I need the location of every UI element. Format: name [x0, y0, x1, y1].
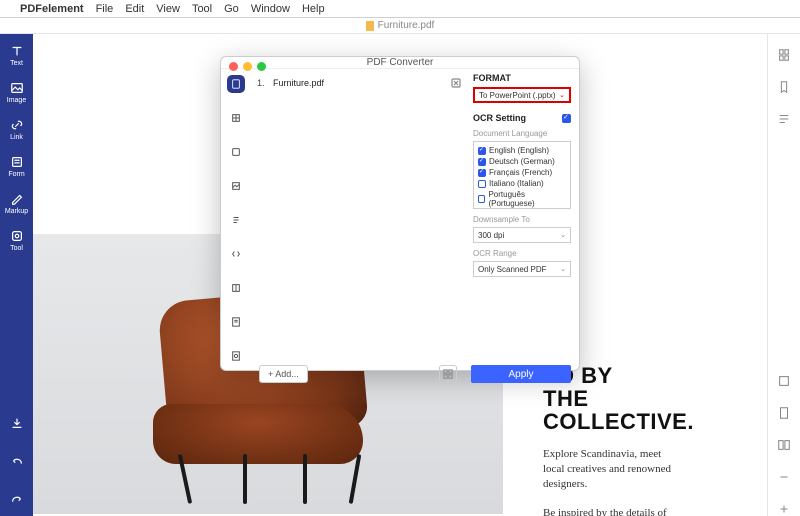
- minimize-icon[interactable]: [243, 62, 252, 71]
- format-ppt-icon[interactable]: [227, 143, 245, 161]
- format-rtf-icon[interactable]: [227, 313, 245, 331]
- format-xls-icon[interactable]: [227, 109, 245, 127]
- format-doc-icon[interactable]: [227, 75, 245, 93]
- chevron-down-icon: ⌄: [560, 231, 566, 239]
- format-label: FORMAT: [473, 73, 571, 83]
- tool-tool-label: Tool: [10, 245, 23, 252]
- app-name[interactable]: PDFelement: [20, 3, 84, 15]
- outline-icon[interactable]: [777, 112, 791, 126]
- remove-file-icon[interactable]: [451, 78, 461, 88]
- thumbnails-icon[interactable]: [777, 48, 791, 62]
- format-txt-icon[interactable]: [227, 211, 245, 229]
- format-value: To PowerPoint (.pptx): [479, 91, 555, 100]
- tool-image-label: Image: [7, 97, 26, 104]
- menu-tool[interactable]: Tool: [192, 3, 212, 15]
- language-label: Deutsch (German): [489, 157, 555, 166]
- tool-form-label: Form: [8, 171, 24, 178]
- language-label: Português (Portuguese): [488, 190, 566, 208]
- spread-icon[interactable]: [777, 438, 791, 452]
- format-img-icon[interactable]: [227, 177, 245, 195]
- dialog-format-icons: [221, 69, 251, 365]
- left-toolbar: Text Image Link Form Markup Tool: [0, 34, 33, 516]
- menu-edit[interactable]: Edit: [125, 3, 144, 15]
- file-index: 1.: [257, 78, 267, 88]
- dialog-title: PDF Converter: [367, 57, 434, 68]
- tool-link[interactable]: Link: [10, 118, 24, 141]
- menu-file[interactable]: File: [96, 3, 114, 15]
- dialog-titlebar[interactable]: PDF Converter: [221, 57, 579, 69]
- downsample-label: Downsample To: [473, 215, 571, 224]
- chevron-down-icon: ⌄: [560, 265, 566, 273]
- redo-icon[interactable]: [10, 492, 24, 506]
- menu-view[interactable]: View: [156, 3, 180, 15]
- grid-view-icon[interactable]: [439, 365, 457, 383]
- format-pdfa-icon[interactable]: [227, 347, 245, 365]
- menu-go[interactable]: Go: [224, 3, 239, 15]
- right-sidebar: [767, 34, 800, 516]
- tool-markup[interactable]: Markup: [5, 192, 28, 215]
- tool-tool[interactable]: Tool: [10, 229, 24, 252]
- format-html-icon[interactable]: [227, 245, 245, 263]
- language-item[interactable]: English (English): [478, 145, 566, 156]
- bookmark-icon[interactable]: [777, 80, 791, 94]
- paragraph-2: Be inspired by the details of culture, d…: [543, 506, 677, 516]
- tool-link-label: Link: [10, 134, 23, 141]
- downsample-select[interactable]: 300 dpi ⌄: [473, 227, 571, 243]
- tool-text[interactable]: Text: [10, 44, 24, 67]
- apply-button[interactable]: Apply: [471, 365, 571, 383]
- tool-text-label: Text: [10, 60, 23, 67]
- menu-window[interactable]: Window: [251, 3, 290, 15]
- file-row[interactable]: 1. Furniture.pdf: [255, 75, 463, 91]
- chevron-down-icon: ⌄: [559, 91, 565, 99]
- language-checkbox[interactable]: [478, 180, 486, 188]
- language-item[interactable]: Français (French): [478, 167, 566, 178]
- ocrrange-select[interactable]: Only Scanned PDF ⌄: [473, 261, 571, 277]
- undo-icon[interactable]: [10, 454, 24, 468]
- dialog-settings: FORMAT To PowerPoint (.pptx) ⌄ OCR Setti…: [469, 69, 579, 365]
- pdf-converter-dialog: PDF Converter 1. Furniture.pdf FORMAT: [220, 56, 580, 371]
- export-icon[interactable]: [10, 416, 24, 430]
- ocrrange-value: Only Scanned PDF: [478, 265, 546, 274]
- doc-icon: [366, 21, 374, 31]
- tool-markup-label: Markup: [5, 208, 28, 215]
- doclang-label: Document Language: [473, 129, 571, 138]
- language-item[interactable]: Deutsch (German): [478, 156, 566, 167]
- tool-form[interactable]: Form: [8, 155, 24, 178]
- fit-icon[interactable]: [777, 374, 791, 388]
- maximize-icon[interactable]: [257, 62, 266, 71]
- language-item[interactable]: Português (Portuguese): [478, 189, 566, 209]
- dialog-footer: + Add... Apply: [221, 365, 579, 383]
- language-checkbox[interactable]: [478, 195, 485, 203]
- window-title: Furniture.pdf: [378, 20, 435, 31]
- language-checkbox[interactable]: [478, 169, 486, 177]
- language-checkbox[interactable]: [478, 158, 486, 166]
- language-item[interactable]: Italiano (Italian): [478, 178, 566, 189]
- language-label: Italiano (Italian): [489, 179, 544, 188]
- format-select[interactable]: To PowerPoint (.pptx) ⌄: [473, 87, 571, 103]
- window-titlebar: Furniture.pdf: [0, 18, 800, 34]
- ocrrange-label: OCR Range: [473, 249, 571, 258]
- language-list[interactable]: English (English) Deutsch (German) Françai…: [473, 141, 571, 209]
- language-label: Français (French): [489, 168, 552, 177]
- ocr-label: OCR Setting: [473, 113, 526, 123]
- mac-menubar: PDFelement File Edit View Tool Go Window…: [0, 0, 800, 18]
- dialog-file-list: 1. Furniture.pdf: [251, 69, 469, 365]
- ocr-checkbox[interactable]: [562, 114, 571, 123]
- page-icon[interactable]: [777, 406, 791, 420]
- tool-image[interactable]: Image: [7, 81, 26, 104]
- language-label: English (English): [489, 146, 549, 155]
- zoom-out-icon[interactable]: [777, 470, 791, 484]
- paragraph-1: Explore Scandinavia, meet local creative…: [543, 447, 677, 492]
- format-epub-icon[interactable]: [227, 279, 245, 297]
- zoom-in-icon[interactable]: [777, 502, 791, 516]
- file-name: Furniture.pdf: [273, 78, 445, 88]
- headline-line2: THE COLLECTIVE.: [543, 387, 677, 433]
- downsample-value: 300 dpi: [478, 231, 504, 240]
- language-checkbox[interactable]: [478, 147, 486, 155]
- add-button[interactable]: + Add...: [259, 365, 308, 383]
- menu-help[interactable]: Help: [302, 3, 325, 15]
- close-icon[interactable]: [229, 62, 238, 71]
